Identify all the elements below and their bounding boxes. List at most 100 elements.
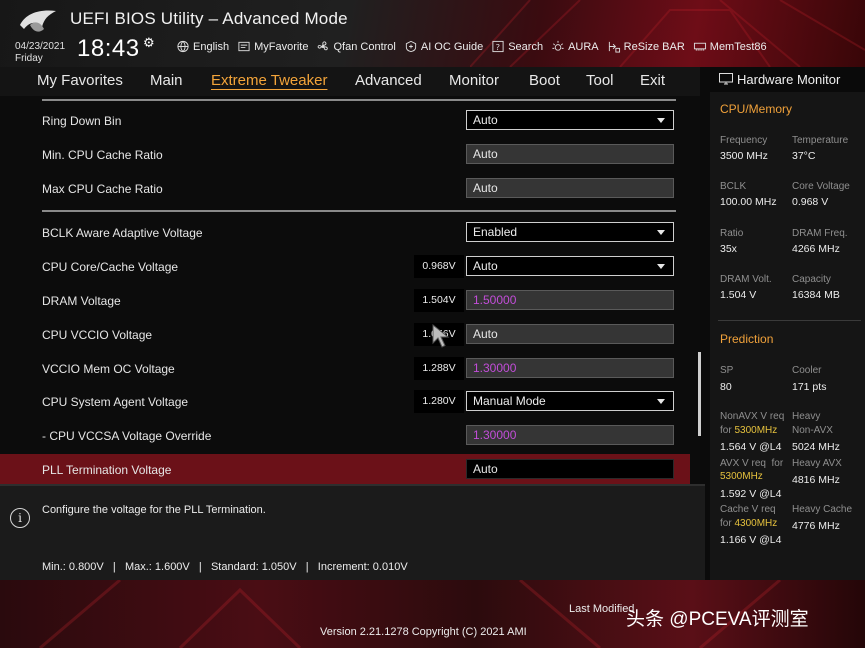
dram-freq-label: DRAM Freq. bbox=[792, 228, 848, 239]
setting-label: Min. CPU Cache Ratio bbox=[42, 148, 163, 162]
pll-termination-voltage-field[interactable]: Auto bbox=[466, 459, 674, 479]
tab-advanced[interactable]: Advanced bbox=[355, 72, 422, 89]
tab-my-favorites[interactable]: My Favorites bbox=[37, 72, 123, 89]
cpu-vccio-voltage-field[interactable]: Auto bbox=[466, 324, 674, 344]
settings-panel: Ring Down Bin Auto Min. CPU Cache Ratio … bbox=[0, 96, 700, 484]
memtest-icon bbox=[693, 42, 706, 51]
nonavx-label: NonAVX V req bbox=[720, 411, 785, 422]
tab-extreme-tweaker[interactable]: Extreme Tweaker bbox=[211, 72, 327, 89]
heavy-nonavx-label: Heavy bbox=[792, 411, 821, 422]
cooler-label: Cooler bbox=[792, 365, 822, 376]
setting-label: PLL Termination Voltage bbox=[42, 463, 172, 477]
bclk-aware-adaptive-voltage-dropdown[interactable]: Enabled bbox=[466, 222, 674, 242]
dram-freq-value: 4266 MHz bbox=[792, 243, 840, 255]
avx-line: AVX V req for bbox=[720, 457, 783, 471]
toolbar-resize-bar-label: ReSize BAR bbox=[623, 40, 685, 53]
cache-value: 1.166 V @L4 bbox=[720, 534, 782, 546]
setting-row-ring-down-bin[interactable]: Ring Down Bin Auto bbox=[0, 105, 690, 135]
vccio-mem-oc-voltage-field[interactable]: 1.30000 bbox=[466, 358, 674, 378]
nonavx-for-line: for 5300MHz bbox=[720, 424, 777, 438]
ratio-label: Ratio bbox=[720, 228, 744, 239]
toolbar-myfavorite-label: MyFavorite bbox=[254, 40, 309, 53]
nonavx-frequency: 5300MHz bbox=[734, 425, 778, 436]
toolbar-memtest-button[interactable]: MemTest86 bbox=[693, 40, 767, 53]
dram-volt-value: 1.504 V bbox=[720, 289, 757, 301]
last-modified-button[interactable]: Last Modified bbox=[569, 603, 634, 615]
setting-label: Ring Down Bin bbox=[42, 114, 122, 128]
core-voltage-label: Core Voltage bbox=[792, 181, 850, 192]
tab-boot[interactable]: Boot bbox=[529, 72, 560, 89]
cache-for-text: for bbox=[720, 518, 732, 529]
chevron-down-icon bbox=[657, 264, 665, 269]
hardware-monitor-header: Hardware Monitor bbox=[710, 67, 865, 92]
toolbar-english-label: English bbox=[193, 40, 230, 53]
chevron-down-icon bbox=[657, 399, 665, 404]
main-tab-bar: My Favorites Main Extreme Tweaker Advanc… bbox=[0, 67, 700, 96]
cpu-vccsa-voltage-override-field[interactable]: 1.30000 bbox=[466, 425, 674, 445]
clock-settings-gear-icon[interactable]: ⚙ bbox=[143, 35, 155, 51]
tab-tool[interactable]: Tool bbox=[586, 72, 614, 89]
ratio-value: 35x bbox=[720, 243, 737, 255]
setting-row-dram-voltage[interactable]: DRAM Voltage 1.504V 1.50000 bbox=[0, 285, 690, 315]
toolbar-aura-label: AURA bbox=[568, 40, 599, 53]
sp-label: SP bbox=[720, 365, 734, 376]
settings-scrollbar[interactable] bbox=[698, 352, 701, 436]
tab-monitor[interactable]: Monitor bbox=[449, 72, 499, 89]
cache-label: Cache V req bbox=[720, 504, 776, 515]
toolbar-qfan-button[interactable]: Qfan Control bbox=[316, 40, 396, 53]
avx-value: 1.592 V @L4 bbox=[720, 488, 782, 500]
toolbar-search-label: Search bbox=[508, 40, 544, 53]
resize-bar-icon bbox=[608, 41, 620, 53]
header-bar: UEFI BIOS Utility – Advanced Mode 04/23/… bbox=[0, 0, 865, 67]
setting-row-cpu-system-agent-voltage[interactable]: CPU System Agent Voltage 1.280V Manual M… bbox=[0, 386, 690, 416]
cpu-core-cache-voltage-dropdown[interactable]: Auto bbox=[466, 256, 674, 276]
avx-label: AVX V req bbox=[720, 458, 766, 469]
setting-row-cpu-vccsa-voltage-override[interactable]: - CPU VCCSA Voltage Override 1.30000 bbox=[0, 420, 690, 450]
bclk-value: 100.00 MHz bbox=[720, 196, 777, 208]
section-divider bbox=[42, 210, 676, 212]
dropdown-value: Manual Mode bbox=[473, 394, 546, 408]
setting-row-vccio-mem-oc-voltage[interactable]: VCCIO Mem OC Voltage 1.288V 1.30000 bbox=[0, 353, 690, 383]
search-icon: ? bbox=[492, 40, 504, 52]
toolbar-qfan-label: Qfan Control bbox=[333, 40, 396, 53]
ring-down-bin-dropdown[interactable]: Auto bbox=[466, 110, 674, 130]
nonavx-value: 1.564 V @L4 bbox=[720, 441, 782, 453]
tab-exit[interactable]: Exit bbox=[640, 72, 665, 89]
toolbar-english-button[interactable]: English bbox=[176, 40, 229, 53]
rog-logo-icon bbox=[20, 10, 56, 32]
chevron-down-icon bbox=[657, 230, 665, 235]
setting-row-min-cpu-cache-ratio[interactable]: Min. CPU Cache Ratio Auto bbox=[0, 139, 690, 169]
setting-row-max-cpu-cache-ratio[interactable]: Max CPU Cache Ratio Auto bbox=[0, 173, 690, 203]
min-cpu-cache-ratio-field[interactable]: Auto bbox=[466, 144, 674, 164]
heavy-nonavx-value: 5024 MHz bbox=[792, 441, 840, 453]
hardware-monitor-panel: Hardware Monitor CPU/Memory Frequency 35… bbox=[710, 67, 865, 580]
toolbar-resize-bar-button[interactable]: ReSize BAR bbox=[607, 40, 685, 53]
setting-row-pll-termination-voltage[interactable]: PLL Termination Voltage Auto bbox=[0, 454, 690, 484]
favorite-icon bbox=[238, 41, 250, 52]
voltage-readout: 1.288V bbox=[414, 357, 464, 380]
tab-main[interactable]: Main bbox=[150, 72, 183, 89]
fan-icon bbox=[318, 41, 329, 51]
toolbar-aura-button[interactable]: AURA bbox=[551, 40, 599, 53]
cpu-system-agent-voltage-dropdown[interactable]: Manual Mode bbox=[466, 391, 674, 411]
setting-label: Max CPU Cache Ratio bbox=[42, 182, 163, 196]
hardware-monitor-title: Hardware Monitor bbox=[737, 72, 841, 87]
setting-label: VCCIO Mem OC Voltage bbox=[42, 362, 175, 376]
heavy-nonavx-label-2: Non-AVX bbox=[792, 425, 833, 436]
setting-row-cpu-vccio-voltage[interactable]: CPU VCCIO Voltage 1.056V Auto bbox=[0, 319, 690, 349]
section-divider bbox=[42, 99, 676, 101]
setting-row-cpu-core-cache-voltage[interactable]: CPU Core/Cache Voltage 0.968V Auto bbox=[0, 251, 690, 281]
section-divider bbox=[718, 320, 861, 321]
toolbar-myfavorite-button[interactable]: MyFavorite bbox=[237, 40, 308, 53]
avx-for-text: for bbox=[771, 458, 784, 469]
setting-row-bclk-aware-adaptive-voltage[interactable]: BCLK Aware Adaptive Voltage Enabled bbox=[0, 217, 690, 247]
cache-frequency: 4300MHz bbox=[734, 518, 778, 529]
capacity-value: 16384 MB bbox=[792, 289, 840, 301]
toolbar-ai-oc-guide-button[interactable]: AI OC Guide bbox=[404, 40, 483, 53]
globe-icon bbox=[177, 40, 189, 53]
max-cpu-cache-ratio-field[interactable]: Auto bbox=[466, 178, 674, 198]
dropdown-value: Enabled bbox=[473, 225, 518, 239]
toolbar-search-button[interactable]: ? Search bbox=[491, 40, 543, 53]
temperature-label: Temperature bbox=[792, 135, 849, 146]
dram-voltage-field[interactable]: 1.50000 bbox=[466, 290, 674, 310]
